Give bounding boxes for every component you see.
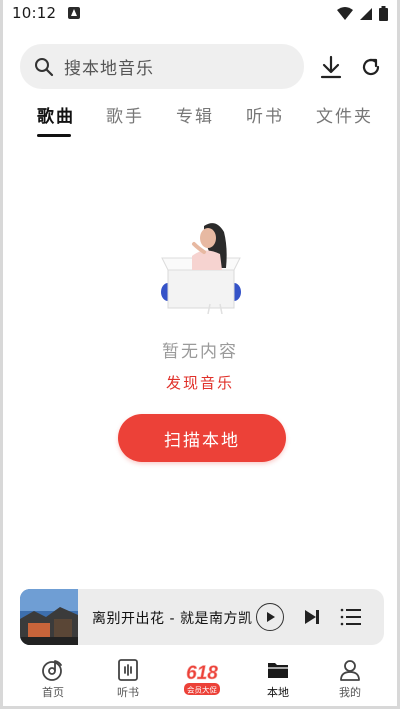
playlist-icon[interactable]: [340, 607, 362, 627]
nav-item-home[interactable]: 首页: [23, 648, 83, 706]
now-playing-title: 离别开出花 - 就是南方凯: [92, 611, 253, 627]
album-cover-art: [20, 589, 78, 645]
nav-label-local: 本地: [267, 686, 289, 699]
nav-item-mine[interactable]: 我的: [320, 648, 380, 706]
refresh-button[interactable]: [356, 52, 386, 82]
tab-albums[interactable]: 专辑: [176, 102, 214, 127]
signal-icon: [360, 7, 372, 20]
promo-618-badge[interactable]: 618 会员大促: [180, 655, 224, 697]
play-icon: [267, 612, 275, 622]
search-placeholder: 搜本地音乐: [64, 59, 154, 79]
profile-icon: [340, 660, 360, 681]
tab-audiobooks[interactable]: 听书: [246, 102, 284, 127]
nav-label-audiobook: 听书: [117, 686, 139, 699]
promo-text: 会员大促: [187, 685, 217, 695]
download-button[interactable]: [316, 52, 346, 82]
nav-item-local[interactable]: 本地: [248, 648, 308, 706]
notification-icon: [68, 7, 81, 19]
album-cover[interactable]: [20, 589, 78, 645]
promo-number: 618: [186, 663, 218, 684]
tab-underline: [37, 134, 71, 137]
tab-songs[interactable]: 歌曲: [37, 102, 75, 127]
search-input[interactable]: 搜本地音乐: [20, 44, 304, 89]
audiobook-icon: [118, 659, 138, 681]
status-icons: [337, 6, 388, 21]
play-button[interactable]: [256, 603, 284, 631]
nav-label-mine: 我的: [339, 686, 361, 699]
nav-item-audiobook[interactable]: 听书: [98, 648, 158, 706]
empty-box-illustration: [161, 223, 241, 314]
nav-label-home: 首页: [42, 686, 64, 699]
battery-icon: [379, 6, 388, 21]
scan-local-button[interactable]: 扫描本地: [118, 414, 286, 462]
refresh-icon: [362, 58, 380, 76]
home-disc-icon: [42, 660, 62, 681]
empty-state-message: 暂无内容: [162, 342, 238, 362]
folder-icon: [268, 663, 288, 678]
status-bar: 10:12: [0, 0, 400, 26]
discover-music-link[interactable]: 发现音乐: [0, 372, 400, 393]
status-time: 10:12: [12, 4, 57, 22]
next-track-icon[interactable]: [302, 607, 322, 627]
tab-artists[interactable]: 歌手: [106, 102, 144, 127]
mini-player[interactable]: 离别开出花 - 就是南方凯: [20, 589, 384, 645]
download-icon: [320, 55, 342, 79]
wifi-icon: [337, 6, 353, 20]
tab-folders[interactable]: 文件夹: [316, 102, 373, 127]
search-icon: [35, 57, 54, 76]
